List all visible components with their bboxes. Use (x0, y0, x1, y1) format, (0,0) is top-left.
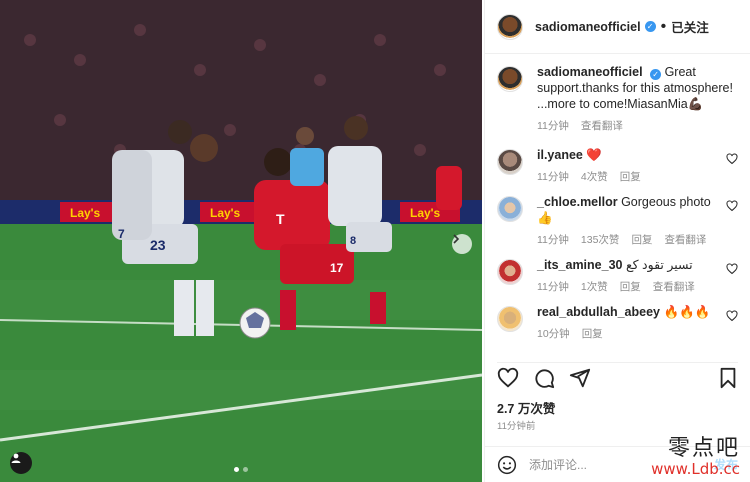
commenter-avatar[interactable] (497, 196, 523, 222)
comment-time[interactable]: 10分钟 (537, 326, 570, 341)
post-comment-button[interactable]: 发布 (714, 456, 738, 473)
caption-row: sadiomaneofficiel ✓ Great support.thanks… (497, 64, 738, 133)
post-photo[interactable]: Lay's Lay's Lay's 23 7 T 17 8 (0, 0, 482, 482)
ad-board-text: Lay's (210, 206, 241, 220)
share-icon[interactable] (569, 367, 591, 389)
heart-icon[interactable] (497, 367, 519, 389)
verified-badge-icon: ✓ (650, 69, 662, 80)
comment-text: 🔥🔥🔥 (663, 305, 711, 319)
comment-composer: 添加评论... 发布 (485, 446, 750, 482)
comment-input[interactable]: 添加评论... (529, 456, 587, 473)
caption-username[interactable]: sadiomaneofficiel (537, 65, 643, 79)
commenter-avatar[interactable] (497, 306, 523, 332)
separator-dot: • (660, 17, 667, 35)
next-photo-button[interactable] (452, 234, 472, 254)
comment-username[interactable]: _chloe.mellor (537, 195, 618, 209)
next-arrow-icon (453, 234, 460, 244)
match-photo-illustration: Lay's Lay's Lay's 23 7 T 17 8 (0, 0, 482, 482)
comment-time[interactable]: 11分钟 (537, 279, 569, 294)
comment-likes[interactable]: 4次赞 (581, 169, 608, 184)
verified-badge-icon: ✓ (644, 21, 656, 32)
caption-time[interactable]: 11分钟 (537, 118, 569, 133)
carousel-dot-active (234, 467, 239, 472)
comment-time[interactable]: 11分钟 (537, 232, 569, 247)
comment-text: ❤️ (586, 148, 602, 162)
comment-like-heart-icon[interactable] (726, 310, 738, 322)
author-avatar[interactable] (497, 13, 523, 40)
comment-username[interactable]: real_abdullah_abeey (537, 305, 660, 319)
player-number: 23 (150, 237, 166, 253)
follow-status-button[interactable]: 已关注 (671, 17, 709, 36)
caption-translate-link[interactable]: 查看翻译 (581, 118, 623, 133)
post-time: 11分钟前 (497, 421, 536, 432)
bookmark-icon[interactable] (718, 367, 738, 389)
player-number: 7 (118, 227, 125, 241)
sponsor-mark: T (276, 211, 285, 227)
comment-username[interactable]: il.yanee (537, 148, 583, 162)
comment-like-heart-icon[interactable] (726, 200, 738, 212)
comment-likes[interactable]: 135次赞 (581, 232, 620, 247)
comment-reply-link[interactable]: 回复 (620, 169, 641, 184)
comment-like-heart-icon[interactable] (726, 263, 738, 275)
carousel-dot (243, 467, 248, 472)
author-avatar[interactable] (497, 66, 523, 92)
comment-reply-link[interactable]: 回复 (620, 279, 641, 294)
comment-item: _chloe.mellor Gorgeous photo 👍 11分钟 135次… (497, 194, 738, 247)
like-count[interactable]: 2.7 万次赞 (497, 398, 555, 417)
user-tag-button[interactable] (10, 452, 32, 474)
commenter-avatar[interactable] (497, 259, 523, 285)
ad-board-text: Lay's (70, 206, 101, 220)
ad-board-text: Lay's (410, 206, 441, 220)
player-number: 8 (350, 235, 356, 247)
comment-reply-link[interactable]: 回复 (631, 232, 652, 247)
comment-translate-link[interactable]: 查看翻译 (664, 232, 706, 247)
comments-list[interactable]: sadiomaneofficiel ✓ Great support.thanks… (485, 54, 750, 354)
commenter-avatar[interactable] (497, 149, 523, 175)
player-number: 17 (330, 261, 344, 275)
comment-username[interactable]: _its_amine_30 (537, 258, 622, 272)
comment-reply-link[interactable]: 回复 (582, 326, 603, 341)
comment-item: _its_amine_30 تسير تقود كع 11分钟 1次赞 回复 查… (497, 257, 738, 294)
emoji-icon[interactable] (497, 455, 517, 475)
author-username[interactable]: sadiomaneofficiel (535, 20, 641, 34)
post-action-bar (497, 362, 738, 388)
comment-item: real_abdullah_abeey 🔥🔥🔥 10分钟 回复 (497, 304, 738, 341)
user-tag-icon (11, 453, 21, 463)
comment-translate-link[interactable]: 查看翻译 (653, 279, 695, 294)
post-side-panel: sadiomaneofficiel ✓ • 已关注 sadiomaneoffic… (484, 0, 750, 482)
comment-time[interactable]: 11分钟 (537, 169, 569, 184)
comment-icon[interactable] (533, 367, 555, 389)
carousel-dots (234, 467, 248, 472)
comment-item: il.yanee ❤️ 11分钟 4次赞 回复 (497, 147, 738, 184)
comment-likes[interactable]: 1次赞 (581, 279, 608, 294)
post-header: sadiomaneofficiel ✓ • 已关注 (485, 0, 750, 54)
comment-text: تسير تقود كع (625, 258, 693, 272)
comment-like-heart-icon[interactable] (726, 153, 738, 165)
